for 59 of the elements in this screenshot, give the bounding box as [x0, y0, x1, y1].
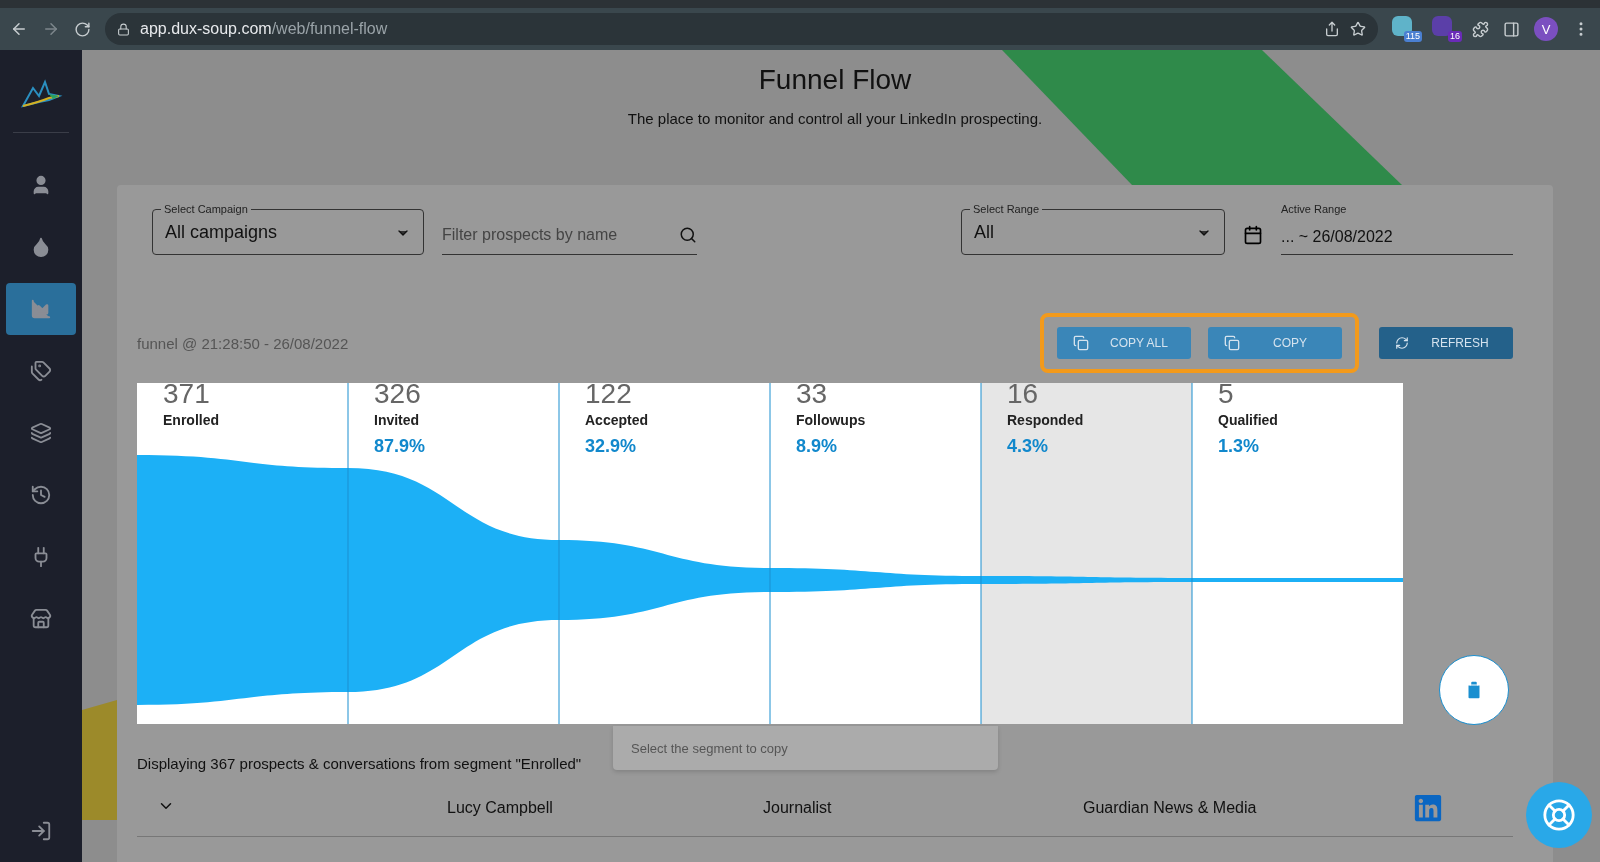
stage-count: 371: [163, 378, 211, 410]
stage-label: Invited: [374, 412, 421, 428]
stage-count: 5: [1218, 378, 1235, 410]
stage-label: Responded: [1007, 412, 1085, 428]
campaign-select[interactable]: Select Campaign All campaigns: [152, 203, 424, 255]
copy-icon: [1224, 335, 1240, 351]
stage-percent: 1.3%: [1218, 436, 1261, 457]
prospect-company: Guardian News & Media: [1083, 799, 1258, 817]
search-icon[interactable]: [679, 226, 697, 244]
reload-icon[interactable]: [74, 20, 91, 38]
extension-badge: 16: [1448, 31, 1462, 42]
address-bar[interactable]: app.dux-soup.com/web/funnel-flow: [105, 13, 1378, 45]
segment-summary: Displaying 367 prospects & conversations from segment "Enrolled": [137, 755, 582, 772]
url-host: app.dux-soup.com: [140, 20, 272, 38]
side-panel-icon[interactable]: [1503, 20, 1520, 38]
stage-label: Followups: [796, 412, 867, 428]
stage-percent: 32.9%: [585, 436, 638, 457]
range-select[interactable]: Select Range All: [961, 203, 1225, 255]
area-chart-icon: [30, 298, 52, 320]
page-title: Funnel Flow: [758, 64, 912, 96]
tooltip: Select the segment to copy: [613, 726, 998, 770]
logout-icon[interactable]: [30, 820, 52, 842]
stage-count: 16: [1007, 378, 1040, 410]
stage-percent: 4.3%: [1007, 436, 1050, 457]
share-icon[interactable]: [1324, 21, 1340, 37]
prospect-title: Journalist: [763, 799, 833, 817]
history-icon: [30, 484, 52, 506]
extensions-icon[interactable]: [1472, 20, 1489, 38]
page-subtitle: The place to monitor and control all your LinkedIn prospecting.: [627, 110, 1043, 127]
active-range-field[interactable]: Active Range ... ~ 26/08/2022: [1281, 203, 1513, 255]
copy-button[interactable]: COPY: [1208, 327, 1342, 359]
lifebuoy-icon: [1542, 798, 1576, 832]
funnel-timestamp: funnel @ 21:28:50 - 26/08/2022: [137, 334, 350, 352]
back-icon[interactable]: [10, 20, 28, 38]
stage-label: Enrolled: [163, 412, 220, 428]
stage-count: 326: [374, 378, 422, 410]
bookmark-icon[interactable]: [1350, 21, 1366, 37]
extension-badge: 115: [1403, 31, 1422, 42]
logo-icon: [19, 78, 63, 110]
url-path: /web/funnel-flow: [271, 20, 388, 38]
stage-label: Accepted: [585, 412, 650, 428]
calendar-icon[interactable]: [1243, 225, 1263, 245]
prospect-name: Lucy Campbell: [447, 799, 554, 817]
stage-label: Qualified: [1218, 412, 1279, 428]
stage-count: 33: [796, 378, 829, 410]
copy-button[interactable]: COPY ALL: [1057, 327, 1191, 359]
stage-count: 122: [585, 378, 633, 410]
lock-icon: [117, 22, 130, 36]
refresh-button[interactable]: REFRESH: [1379, 327, 1513, 359]
search-field[interactable]: Filter prospects by name: [442, 216, 697, 255]
store-icon: [30, 608, 52, 630]
tags-icon: [30, 360, 52, 382]
stage-percent: 87.9%: [374, 436, 427, 457]
layers-icon: [30, 422, 52, 444]
profile-avatar[interactable]: V: [1534, 17, 1558, 41]
forward-icon[interactable]: [42, 20, 60, 38]
refresh-icon: [1395, 336, 1409, 350]
copy-icon: [1073, 335, 1089, 351]
stage-percent: 8.9%: [796, 436, 839, 457]
